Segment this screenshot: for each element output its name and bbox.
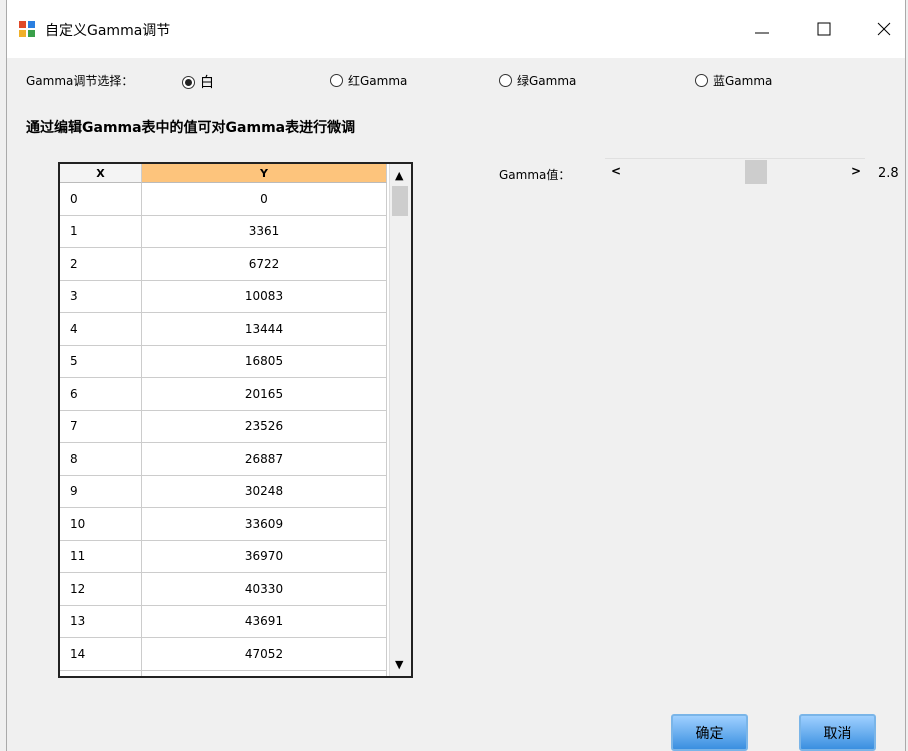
- title-bar: 自定义Gamma调节: [7, 0, 905, 58]
- table-row[interactable]: 5 16805: [60, 345, 411, 378]
- cell-x[interactable]: 3: [60, 280, 142, 313]
- table-row[interactable]: 7 23526: [60, 410, 411, 443]
- table-row[interactable]: 11 36970: [60, 540, 411, 573]
- table-row[interactable]: 14 47052: [60, 638, 411, 671]
- radio-circle[interactable]: [182, 75, 195, 89]
- radio-green-gamma[interactable]: 绿Gamma: [499, 72, 576, 89]
- scroll-thumb[interactable]: [392, 186, 408, 216]
- cell-y[interactable]: 16805: [142, 345, 387, 378]
- chevron-left-icon[interactable]: <: [611, 164, 621, 178]
- cell-x[interactable]: 2: [60, 248, 142, 281]
- cell-x[interactable]: 4: [60, 313, 142, 346]
- cell-x[interactable]: 11: [60, 540, 142, 573]
- cell-y[interactable]: 10083: [142, 280, 387, 313]
- cell-y[interactable]: 26887: [142, 443, 387, 476]
- chevron-right-icon[interactable]: >: [851, 164, 861, 178]
- cell-y[interactable]: 47052: [142, 638, 387, 671]
- cell-x[interactable]: 5: [60, 345, 142, 378]
- instruction-text: 通过编辑Gamma表中的值可对Gamma表进行微调: [26, 120, 356, 136]
- table-row[interactable]: 6 20165: [60, 378, 411, 411]
- cell-y[interactable]: 50413: [142, 670, 387, 676]
- column-header-y[interactable]: Y: [142, 164, 387, 183]
- radio-red-gamma[interactable]: 红Gamma: [330, 72, 407, 89]
- radio-label: 红Gamma: [348, 74, 408, 88]
- cell-y[interactable]: 20165: [142, 378, 387, 411]
- table-row[interactable]: 2 6722: [60, 248, 411, 281]
- window-title: 自定义Gamma调节: [45, 23, 171, 39]
- table-row[interactable]: 9 30248: [60, 475, 411, 508]
- gamma-value: 2.8: [878, 166, 899, 181]
- table-row[interactable]: 13 43691: [60, 605, 411, 638]
- gamma-value-label: Gamma值：: [499, 168, 571, 182]
- cell-x[interactable]: 6: [60, 378, 142, 411]
- ok-button[interactable]: 确定: [671, 714, 748, 751]
- radio-label: 白: [200, 75, 214, 91]
- table-row[interactable]: 1550413: [60, 670, 411, 676]
- cell-x[interactable]: 1: [60, 215, 142, 248]
- cell-y[interactable]: 23526: [142, 410, 387, 443]
- cell-y[interactable]: 36970: [142, 540, 387, 573]
- selection-label: Gamma调节选择：: [26, 74, 134, 88]
- scroll-up-icon[interactable]: ▲: [395, 169, 403, 182]
- cell-x[interactable]: 14: [60, 638, 142, 671]
- radio-circle[interactable]: [330, 74, 343, 87]
- cell-x[interactable]: 10: [60, 508, 142, 541]
- radio-blue-gamma[interactable]: 蓝Gamma: [695, 72, 772, 89]
- cell-y[interactable]: 30248: [142, 475, 387, 508]
- minimize-icon: [755, 32, 769, 34]
- table-row[interactable]: 3 10083: [60, 280, 411, 313]
- vertical-scrollbar[interactable]: ▲ ▼: [389, 164, 411, 676]
- radio-label: 绿Gamma: [517, 74, 577, 88]
- maximize-icon: [817, 22, 831, 36]
- table-row[interactable]: 12 40330: [60, 573, 411, 606]
- radio-circle[interactable]: [499, 74, 512, 87]
- cell-y[interactable]: 43691: [142, 605, 387, 638]
- gamma-table[interactable]: X Y 0 0 1 3361 2 6722 3 10083 4 13444 5 16805 6 20165…: [58, 162, 413, 678]
- cell-x[interactable]: 13: [60, 605, 142, 638]
- minimize-button[interactable]: [739, 12, 785, 46]
- cell-y[interactable]: 13444: [142, 313, 387, 346]
- cell-x[interactable]: 15: [60, 670, 142, 676]
- cell-x[interactable]: 0: [60, 183, 142, 216]
- cell-y[interactable]: 40330: [142, 573, 387, 606]
- table-row[interactable]: 00: [60, 183, 411, 216]
- table-row[interactable]: 4 13444: [60, 313, 411, 346]
- slider-track[interactable]: [605, 158, 865, 187]
- maximize-button[interactable]: [801, 12, 847, 46]
- gamma-slider[interactable]: < >: [605, 158, 865, 187]
- cell-y[interactable]: 6722: [142, 248, 387, 281]
- cell-x[interactable]: 8: [60, 443, 142, 476]
- radio-white[interactable]: 白: [182, 72, 214, 92]
- cancel-button[interactable]: 取消: [799, 714, 876, 751]
- gamma-dialog: 自定义Gamma调节 Gamma调节选择： 白 红Gamma 绿Gamma 蓝G…: [6, 0, 906, 751]
- cell-x[interactable]: 9: [60, 475, 142, 508]
- slider-thumb[interactable]: [745, 160, 767, 184]
- radio-label: 蓝Gamma: [713, 74, 773, 88]
- close-button[interactable]: [861, 12, 907, 46]
- cell-y[interactable]: 33609: [142, 508, 387, 541]
- radio-circle[interactable]: [695, 74, 708, 87]
- cell-x[interactable]: 7: [60, 410, 142, 443]
- column-header-x[interactable]: X: [60, 164, 142, 183]
- scroll-down-icon[interactable]: ▼: [395, 658, 403, 671]
- table-header: X Y: [60, 164, 411, 183]
- table-row[interactable]: 8 26887: [60, 443, 411, 476]
- cell-y[interactable]: 3361: [142, 215, 387, 248]
- cell-y[interactable]: 0: [142, 183, 387, 216]
- table-row[interactable]: 10 33609: [60, 508, 411, 541]
- cell-x[interactable]: 12: [60, 573, 142, 606]
- table-row[interactable]: 1 3361: [60, 215, 411, 248]
- app-icon: [19, 21, 35, 37]
- close-icon: [877, 22, 891, 36]
